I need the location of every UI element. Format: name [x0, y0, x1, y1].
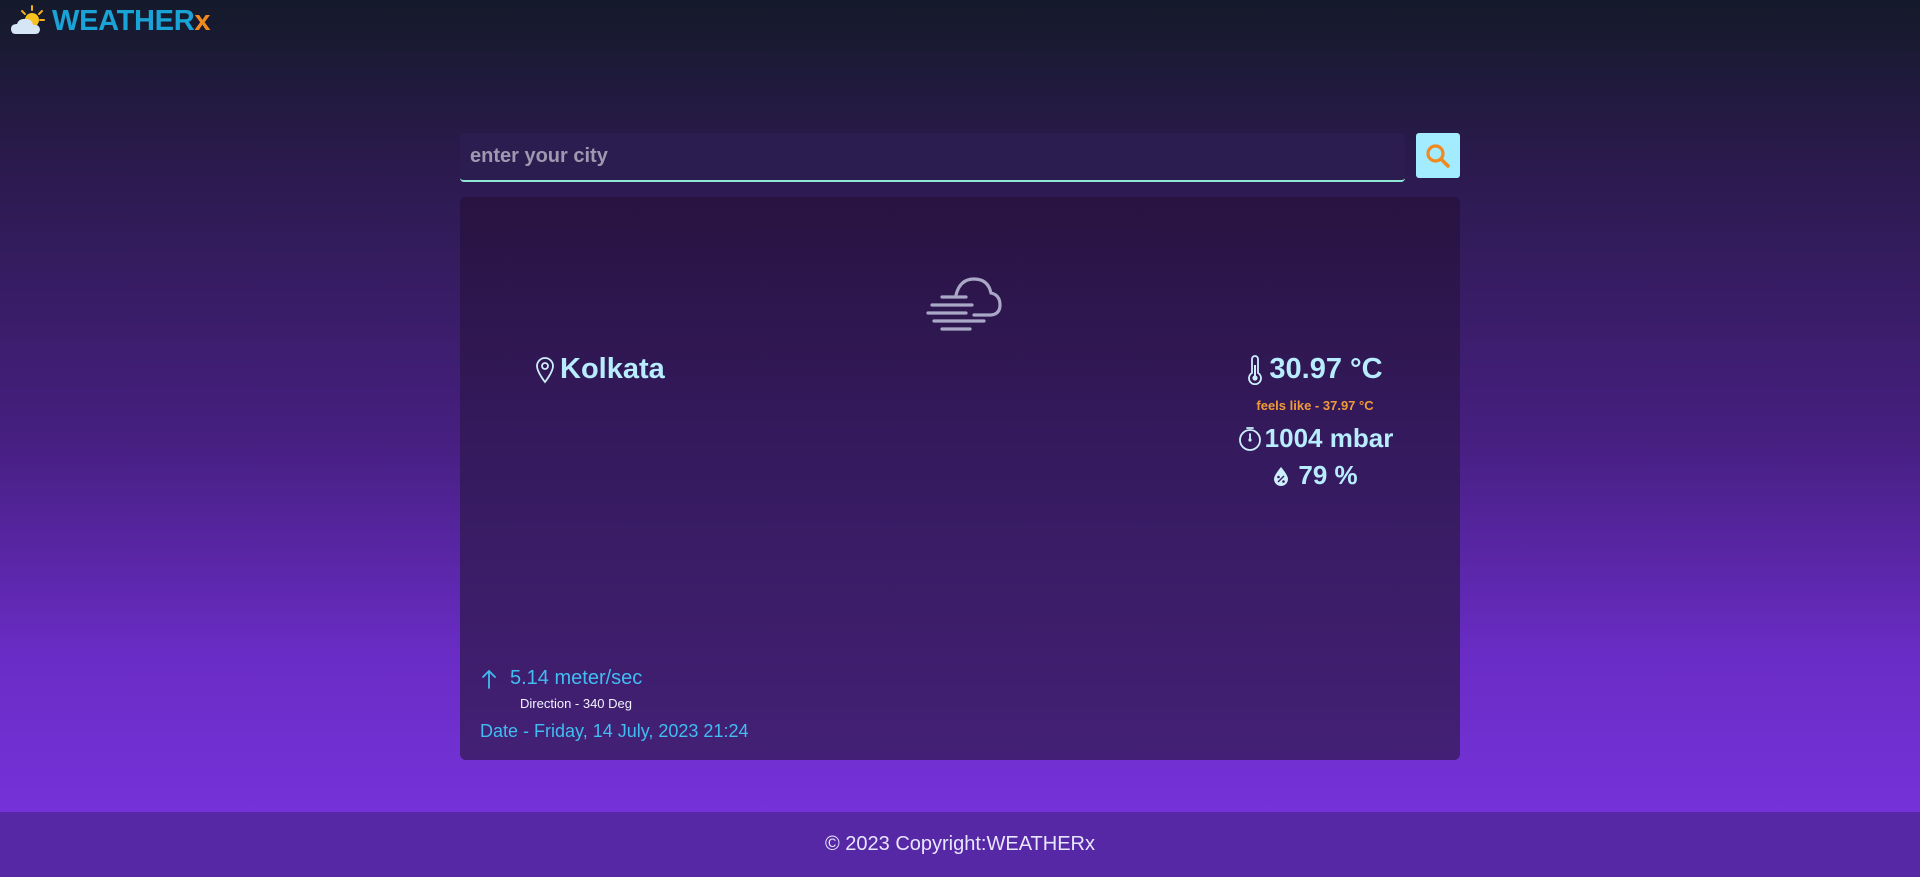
humidity-row: 79 % [1272, 460, 1358, 491]
humidity-drop-icon [1274, 466, 1289, 486]
thermometer-icon [1248, 354, 1263, 385]
sun-cloud-icon [11, 5, 45, 34]
feels-like-text: feels like - 37.97 °C [1256, 398, 1374, 413]
wind-speed-row: 5.14 meter/sec [480, 667, 642, 690]
humidity-value: 79 % [1298, 460, 1358, 490]
pressure-row: 1004 mbar [1237, 423, 1394, 454]
date-text: Date - Friday, 14 July, 2023 21:24 [480, 721, 749, 741]
app-logo[interactable]: WEATHERx [8, 4, 211, 38]
city-search-input[interactable] [460, 133, 1405, 182]
location-pin-icon [536, 356, 554, 383]
search-icon [1426, 143, 1450, 168]
wind-direction-text: Direction - 340 Deg [520, 696, 632, 711]
city-location: Kolkata [534, 353, 665, 386]
logo-text: WEATHERx [52, 4, 211, 37]
pressure-value: 1004 mbar [1264, 423, 1394, 453]
gauge-icon [1238, 426, 1261, 451]
footer: © 2023 Copyright:WEATHERx [0, 812, 1920, 877]
temperature-value: 30.97 °C [1269, 353, 1383, 385]
arrow-up-icon [482, 669, 496, 689]
temperature-row: 30.97 °C [1247, 353, 1383, 386]
copyright-text: © 2023 Copyright:WEATHERx [824, 833, 1095, 855]
weather-stats: 30.97 °C feels like - 37.97 °C 1004 mbar… [1230, 353, 1400, 491]
haze-cloud-icon [926, 277, 1002, 331]
wind-speed-value: 5.14 meter/sec [510, 667, 643, 689]
search-button[interactable] [1416, 133, 1460, 178]
weather-card: Kolkata 30.97 °C feels like - 37.97 °C 1… [460, 197, 1460, 760]
city-name: Kolkata [560, 353, 665, 385]
